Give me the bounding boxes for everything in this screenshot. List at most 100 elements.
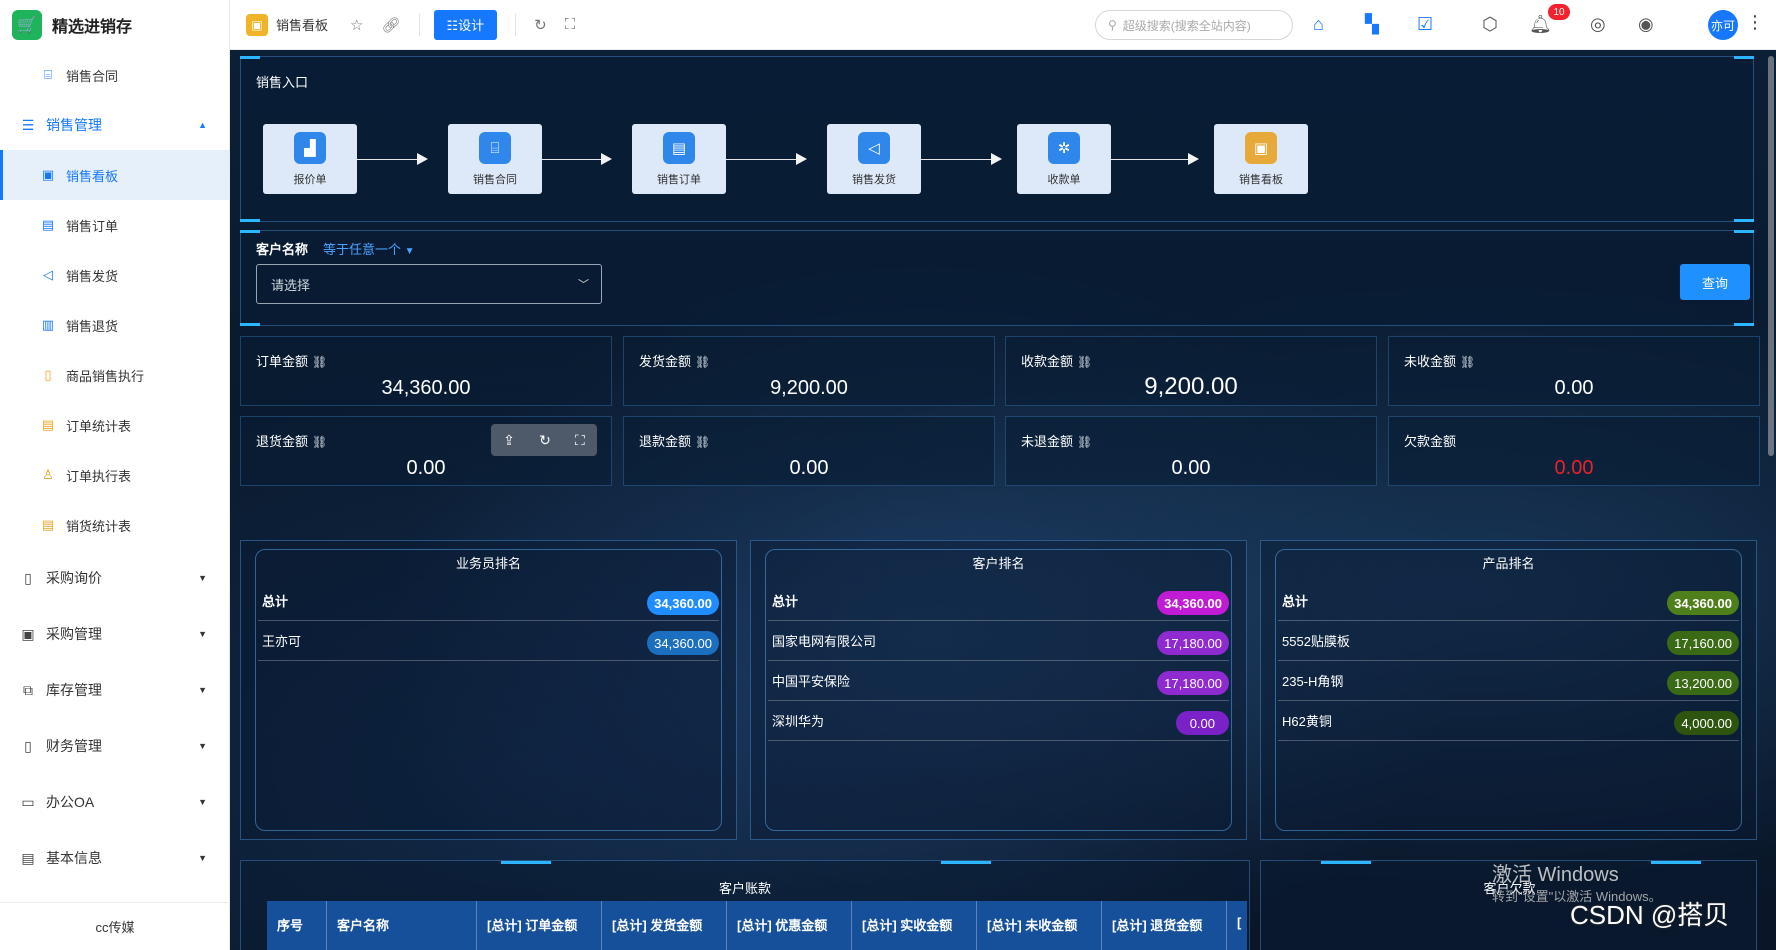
hexagon-icon[interactable]: ⬡ bbox=[1482, 14, 1498, 35]
star-icon[interactable]: ☆ bbox=[350, 16, 363, 34]
customer-select[interactable]: 请选择 ﹀ bbox=[256, 264, 602, 304]
csdn-watermark: CSDN @搭贝 bbox=[1570, 900, 1730, 930]
home-icon[interactable]: ⌂ bbox=[1313, 14, 1324, 35]
sidebar-item-label: 销售退货 bbox=[66, 318, 119, 334]
app-logo[interactable]: 🛒 精选进销存 bbox=[0, 0, 229, 50]
link-icon[interactable]: ⛓ bbox=[312, 355, 327, 369]
flow-node-label: 销售订单 bbox=[657, 174, 701, 186]
sidebar-footer: cc传媒 bbox=[0, 902, 230, 950]
sidebar-item-sales-contract[interactable]: ⌸ 销售合同 bbox=[0, 50, 229, 100]
sidebar-item-shipment-stats[interactable]: ▤ 销货统计表 bbox=[0, 500, 229, 550]
rank-value: 34,360.00 bbox=[1157, 591, 1229, 615]
flow-node-receipt[interactable]: ✲ 收款单 bbox=[1017, 124, 1111, 194]
col-more[interactable]: [ bbox=[1227, 901, 1247, 950]
export-icon[interactable]: ⇪ bbox=[503, 432, 515, 449]
sidebar-group-basic-info[interactable]: ▤ 基本信息 ▼ bbox=[0, 830, 229, 886]
ranking-row: 王亦可 34,360.00 bbox=[258, 621, 719, 661]
chevron-down-icon: ▼ bbox=[198, 573, 207, 583]
sliders-icon: ⧉ bbox=[23, 681, 33, 698]
sidebar-group-inventory[interactable]: ⧉ 库存管理 ▼ bbox=[0, 662, 229, 718]
col-index[interactable]: 序号 bbox=[267, 901, 327, 950]
col-received-amount[interactable]: [总计] 实收金额 bbox=[852, 901, 977, 950]
flow-node-label: 销售看板 bbox=[1239, 174, 1283, 186]
panel-title: 销售入口 bbox=[256, 75, 309, 90]
flow-node-quote[interactable]: ▟ 报价单 bbox=[263, 124, 357, 194]
stat-label: 未退金额 ⛓ bbox=[1021, 431, 1092, 450]
col-shipment-amount[interactable]: [总计] 发货金额 bbox=[602, 901, 727, 950]
fullscreen-icon[interactable]: ⛶ bbox=[565, 16, 576, 33]
sidebar-group-office[interactable]: ▭ 办公OA ▼ bbox=[0, 774, 229, 830]
col-discount-amount[interactable]: [总计] 优惠金额 bbox=[727, 901, 852, 950]
query-button[interactable]: 查询 bbox=[1680, 264, 1750, 300]
chevron-down-icon: ▼ bbox=[198, 797, 207, 807]
stat-label-text: 退款金额 bbox=[639, 434, 692, 449]
flow-node-contract[interactable]: ⌸ 销售合同 bbox=[448, 124, 542, 194]
sidebar-item-order-exec[interactable]: ♙ 订单执行表 bbox=[0, 450, 229, 500]
briefcase-icon: ⌸ bbox=[44, 67, 52, 82]
puzzle-icon: ✲ bbox=[1048, 132, 1080, 164]
sidebar-item-product-sales-exec[interactable]: ▯ 商品销售执行 bbox=[0, 350, 229, 400]
fullscreen-icon[interactable]: ⛶ bbox=[575, 432, 585, 449]
filter-mode-dropdown[interactable]: 等于任意一个 ▼ bbox=[323, 239, 415, 258]
sidebar-item-sales-order[interactable]: ▤ 销售订单 bbox=[0, 200, 229, 250]
panel-title: 客户账款 bbox=[718, 881, 771, 896]
link-icon[interactable]: 🔗︎ bbox=[381, 16, 400, 34]
sidebar-item-order-stats[interactable]: ▤ 订单统计表 bbox=[0, 400, 229, 450]
corner-accent bbox=[240, 323, 260, 326]
link-icon[interactable]: ⛓ bbox=[1077, 355, 1092, 369]
bell-icon[interactable]: 🔔︎ bbox=[1529, 14, 1552, 35]
sidebar-item-sales-return[interactable]: ▥ 销售退货 bbox=[0, 300, 229, 350]
stat-label-text: 未收金额 bbox=[1404, 354, 1457, 369]
rank-name: 王亦可 bbox=[262, 634, 302, 649]
scrollbar[interactable] bbox=[1768, 56, 1774, 456]
person-card-icon: ▣ bbox=[21, 625, 35, 642]
arrow-right-icon bbox=[417, 153, 428, 165]
corner-accent bbox=[240, 56, 260, 59]
sidebar-group-label: 办公OA bbox=[46, 794, 95, 810]
apps-icon[interactable]: ▚ bbox=[1365, 14, 1379, 35]
link-icon[interactable]: ⛓ bbox=[695, 435, 710, 449]
link-icon[interactable]: ⛓ bbox=[695, 355, 710, 369]
ranking-row: 国家电网有限公司 17,180.00 bbox=[768, 621, 1229, 661]
more-icon[interactable]: ⋮ bbox=[1746, 12, 1764, 33]
stat-value: 9,200.00 bbox=[1144, 373, 1238, 400]
sidebar-group-finance[interactable]: ▯ 财务管理 ▼ bbox=[0, 718, 229, 774]
stat-label: 退款金额 ⛓ bbox=[639, 431, 710, 450]
sidebar-group-label: 库存管理 bbox=[46, 682, 102, 698]
link-icon[interactable]: ⛓ bbox=[312, 435, 327, 449]
refresh-icon[interactable]: ↻ bbox=[534, 16, 547, 34]
link-icon[interactable]: ⛓ bbox=[1460, 355, 1475, 369]
sidebar-group-purchase[interactable]: ▣ 采购管理 ▼ bbox=[0, 606, 229, 662]
filter-panel: 客户名称 等于任意一个 ▼ 请选择 ﹀ 查询 bbox=[240, 230, 1754, 326]
col-order-amount[interactable]: [总计] 订单金额 bbox=[477, 901, 602, 950]
sidebar-item-sales-shipment[interactable]: ◁ 销售发货 bbox=[0, 250, 229, 300]
support-icon[interactable]: ◉ bbox=[1638, 14, 1654, 35]
link-icon[interactable]: ⛓ bbox=[1077, 435, 1092, 449]
chevron-down-icon: ▼ bbox=[198, 629, 207, 639]
flow-node-shipment[interactable]: ◁ 销售发货 bbox=[827, 124, 921, 194]
sidebar-item-sales-board[interactable]: ▣ 销售看板 bbox=[0, 150, 229, 200]
sidebar-item-label: 销售订单 bbox=[66, 218, 119, 234]
sidebar-group-sales[interactable]: ☰ 销售管理 ▲ bbox=[0, 100, 229, 150]
col-unreceived-amount[interactable]: [总计] 未收金额 bbox=[977, 901, 1102, 950]
task-icon[interactable]: ☑ bbox=[1417, 14, 1433, 35]
sidebar-item-label: 销售看板 bbox=[66, 168, 119, 184]
search-input[interactable]: ⚲ 超级搜索(搜索全站内容) bbox=[1095, 10, 1293, 40]
sidebar-group-purchase-inquiry[interactable]: ▯ 采购询价 ▼ bbox=[0, 550, 229, 606]
flow-node-board[interactable]: ▣ 销售看板 bbox=[1214, 124, 1308, 194]
rank-name: 深圳华为 bbox=[772, 714, 825, 729]
flow-node-order[interactable]: ▤ 销售订单 bbox=[632, 124, 726, 194]
rank-value: 0.00 bbox=[1175, 711, 1229, 735]
select-placeholder: 请选择 bbox=[271, 277, 311, 293]
product-ranking: 产品排名 总计 34,360.00 5552贴膜板 17,160.00 235-… bbox=[1260, 540, 1757, 840]
design-button[interactable]: ☷设计 bbox=[433, 9, 498, 40]
stat-label: 发货金额 ⛓ bbox=[639, 351, 710, 370]
refresh-icon[interactable]: ↻ bbox=[539, 432, 551, 449]
sidebar-group-label: 销售管理 bbox=[46, 117, 102, 133]
col-customer-name[interactable]: 客户名称 bbox=[327, 901, 477, 950]
compass-icon[interactable]: ◎ bbox=[1590, 14, 1606, 35]
megaphone-icon: ◁ bbox=[858, 132, 890, 164]
flow-node-label: 收款单 bbox=[1047, 174, 1081, 186]
avatar[interactable]: 亦可 bbox=[1708, 10, 1738, 40]
col-return-amount[interactable]: [总计] 退货金额 bbox=[1102, 901, 1227, 950]
